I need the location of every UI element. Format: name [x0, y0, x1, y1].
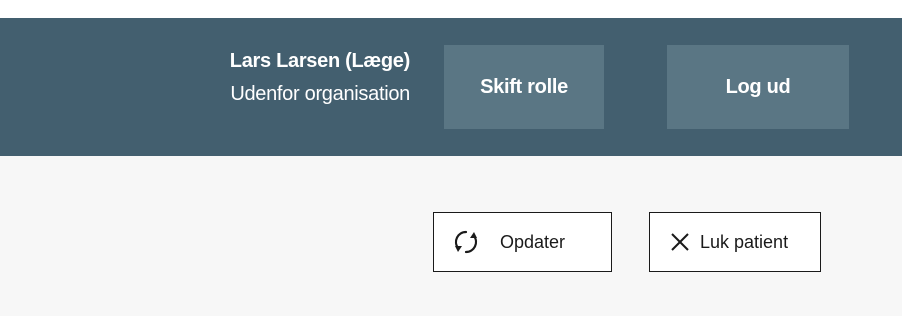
close-patient-label: Luk patient	[700, 231, 789, 252]
page: Lars Larsen (Læge) Udenfor organisation …	[0, 0, 902, 316]
logout-button[interactable]: Log ud	[667, 45, 849, 129]
close-patient-button[interactable]: Luk patient	[649, 212, 821, 272]
refresh-label: Opdater	[500, 231, 566, 252]
patient-toolbar: Opdater Luk patient	[0, 156, 902, 316]
switch-role-button[interactable]: Skift rolle	[444, 45, 604, 129]
refresh-button[interactable]: Opdater	[433, 212, 612, 272]
close-icon	[670, 232, 690, 252]
app-header: Lars Larsen (Læge) Udenfor organisation …	[0, 18, 902, 156]
user-name: Lars Larsen (Læge)	[229, 50, 411, 72]
user-info: Lars Larsen (Læge) Udenfor organisation	[229, 48, 411, 108]
user-organization: Udenfor organisation	[230, 83, 410, 105]
top-strip	[0, 0, 902, 18]
refresh-icon	[454, 229, 478, 255]
